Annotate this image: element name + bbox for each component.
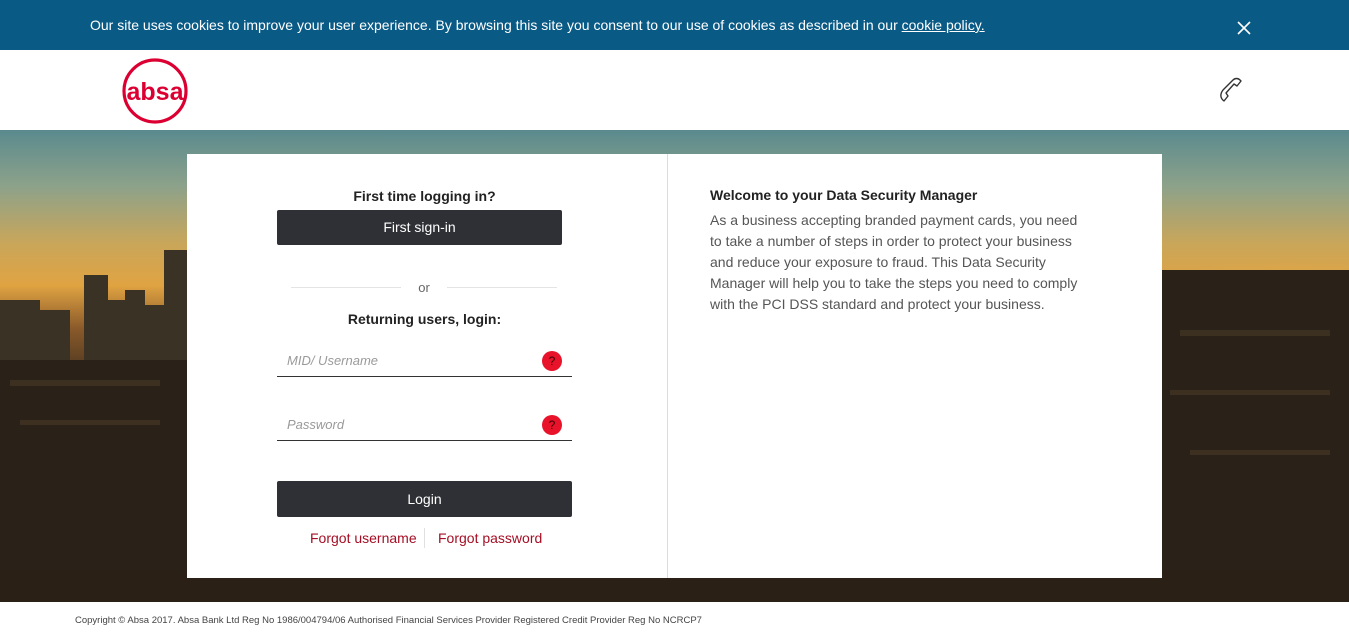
phone-icon[interactable] (1216, 76, 1246, 106)
welcome-body: As a business accepting branded payment … (710, 212, 1078, 312)
forgot-password-link[interactable]: Forgot password (438, 530, 542, 546)
forgot-username-link[interactable]: Forgot username (310, 530, 417, 546)
login-panel: First time logging in? First sign-in or … (187, 154, 667, 578)
forgot-links: Forgot username Forgot password (310, 528, 550, 548)
or-label: or (418, 280, 430, 295)
returning-users-heading: Returning users, login: (347, 311, 502, 327)
panel-divider (667, 154, 668, 578)
first-time-heading: First time logging in? (353, 188, 496, 204)
cookie-message: Our site uses cookies to improve your us… (90, 17, 985, 33)
password-field: ? (277, 409, 572, 441)
close-icon[interactable] (1232, 17, 1256, 39)
welcome-panel: Welcome to your Data Security Manager As… (710, 187, 1090, 315)
password-input[interactable] (277, 409, 527, 439)
login-button[interactable]: Login (277, 481, 572, 517)
help-icon[interactable]: ? (542, 351, 562, 371)
absa-logo[interactable]: absa (119, 56, 191, 126)
link-separator (424, 528, 425, 548)
site-footer: Copyright © Absa 2017. Absa Bank Ltd Reg… (0, 602, 1349, 632)
username-field: ? (277, 345, 572, 377)
login-card: First time logging in? First sign-in or … (187, 154, 1162, 578)
or-divider: or (291, 280, 557, 296)
first-signin-button[interactable]: First sign-in (277, 210, 562, 245)
help-icon[interactable]: ? (542, 415, 562, 435)
cookie-message-text: Our site uses cookies to improve your us… (90, 17, 902, 33)
welcome-title: Welcome to your Data Security Manager (710, 187, 978, 203)
username-input[interactable] (277, 345, 527, 375)
logo-text: absa (127, 78, 185, 106)
cookie-banner: Our site uses cookies to improve your us… (0, 0, 1349, 50)
cookie-policy-link[interactable]: cookie policy. (902, 17, 985, 33)
copyright-text: Copyright © Absa 2017. Absa Bank Ltd Reg… (75, 615, 702, 626)
site-header: absa (0, 50, 1349, 130)
